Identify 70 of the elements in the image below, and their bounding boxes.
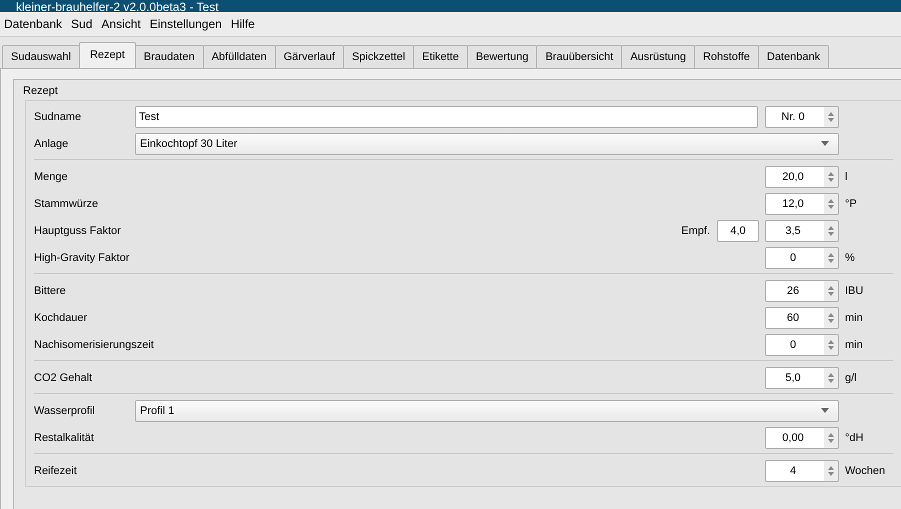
tab[interactable]: Sudauswahl (2, 45, 80, 68)
spin-arrows-icon[interactable] (827, 170, 835, 182)
spin-arrows-icon[interactable] (827, 224, 835, 236)
spin-box[interactable]: 12,0 (765, 192, 839, 214)
unit-label: Wochen (844, 464, 886, 476)
input-field[interactable]: Test (135, 106, 758, 128)
tab[interactable]: Rezept (78, 42, 136, 68)
spin-arrows-icon[interactable] (827, 110, 835, 122)
dropdown[interactable]: Einkochtopf 30 Liter (135, 132, 839, 154)
unit-label: g/l (844, 372, 858, 384)
spin-arrows-icon[interactable] (827, 252, 835, 264)
input-field[interactable]: 4,0 (717, 220, 759, 242)
spin-box[interactable]: 4 (765, 460, 839, 482)
tab[interactable]: Braudaten (134, 45, 204, 68)
spin-box[interactable]: 3,5 (765, 220, 839, 242)
tab[interactable]: Abfülldaten (202, 45, 276, 68)
unit-label: % (844, 252, 856, 264)
spin-box[interactable]: 5,0 (765, 366, 839, 388)
tab[interactable]: Datenbank (758, 45, 830, 68)
spin-box[interactable]: 0 (765, 246, 839, 268)
spin-arrows-icon[interactable] (827, 338, 835, 350)
field-label: High-Gravity Faktor (34, 252, 130, 264)
menu-item[interactable]: Sud (69, 17, 100, 31)
spin-box[interactable]: 26 (765, 280, 839, 302)
menu-item[interactable]: Einstellungen (148, 17, 229, 31)
group-title: Rezept (22, 84, 59, 99)
menu-item[interactable]: Hilfe (228, 17, 262, 31)
field-label: Wasserprofil (34, 404, 96, 416)
window-title: kleiner-brauhelfer-2 v2.0.0beta3 - Test (16, 0, 219, 12)
unit-label: min (844, 338, 864, 350)
tab[interactable]: Ausrüstung (621, 45, 695, 68)
menu-item[interactable]: Ansicht (99, 17, 148, 31)
spin-box[interactable]: 20,0 (765, 166, 839, 188)
field-label: Restalkalität (34, 432, 95, 444)
spin-box[interactable]: 0 (765, 334, 839, 356)
field-label: Reifezeit (34, 464, 78, 476)
field-label: Stammwürze (34, 198, 100, 210)
field-label: CO2 Gehalt (34, 372, 94, 384)
field-label: Anlage (34, 138, 70, 150)
spin-arrows-icon[interactable] (827, 432, 835, 444)
field-label: Empf. (681, 224, 710, 236)
tab[interactable]: Gärverlauf (274, 45, 344, 68)
field-label: Hauptguss Faktor (34, 224, 122, 236)
spin-arrows-icon[interactable] (827, 464, 835, 476)
tab[interactable]: Bewertung (466, 45, 538, 68)
spin-box[interactable]: 0,00 (765, 426, 839, 448)
field-label: Nachisomerisierungszeit (34, 338, 154, 350)
unit-label: °dH (844, 432, 864, 444)
tab[interactable]: Spickzettel (342, 45, 414, 68)
field-label: Bittere (34, 284, 67, 296)
spin-arrows-icon[interactable] (827, 198, 835, 210)
caret-icon (821, 141, 829, 146)
tab[interactable]: Etikette (413, 45, 468, 68)
field-label: Menge (34, 170, 69, 182)
dropdown[interactable]: Profil 1 (135, 400, 839, 422)
unit-label: min (844, 312, 864, 324)
tab[interactable]: Brauübersicht (536, 45, 622, 68)
spin-box[interactable]: Nr. 0 (765, 106, 839, 128)
unit-label: l (844, 170, 848, 182)
spin-arrows-icon[interactable] (827, 372, 835, 384)
spin-arrows-icon[interactable] (827, 284, 835, 296)
spin-box[interactable]: 60 (765, 306, 839, 328)
caret-icon (821, 408, 829, 413)
field-label: Sudname (34, 110, 82, 122)
unit-label: IBU (844, 284, 864, 296)
menu-item[interactable]: Datenbank (2, 17, 70, 31)
spin-arrows-icon[interactable] (827, 312, 835, 324)
unit-label: °P (844, 198, 858, 210)
field-label: Kochdauer (34, 312, 88, 324)
tab[interactable]: Rohstoffe (694, 45, 759, 68)
